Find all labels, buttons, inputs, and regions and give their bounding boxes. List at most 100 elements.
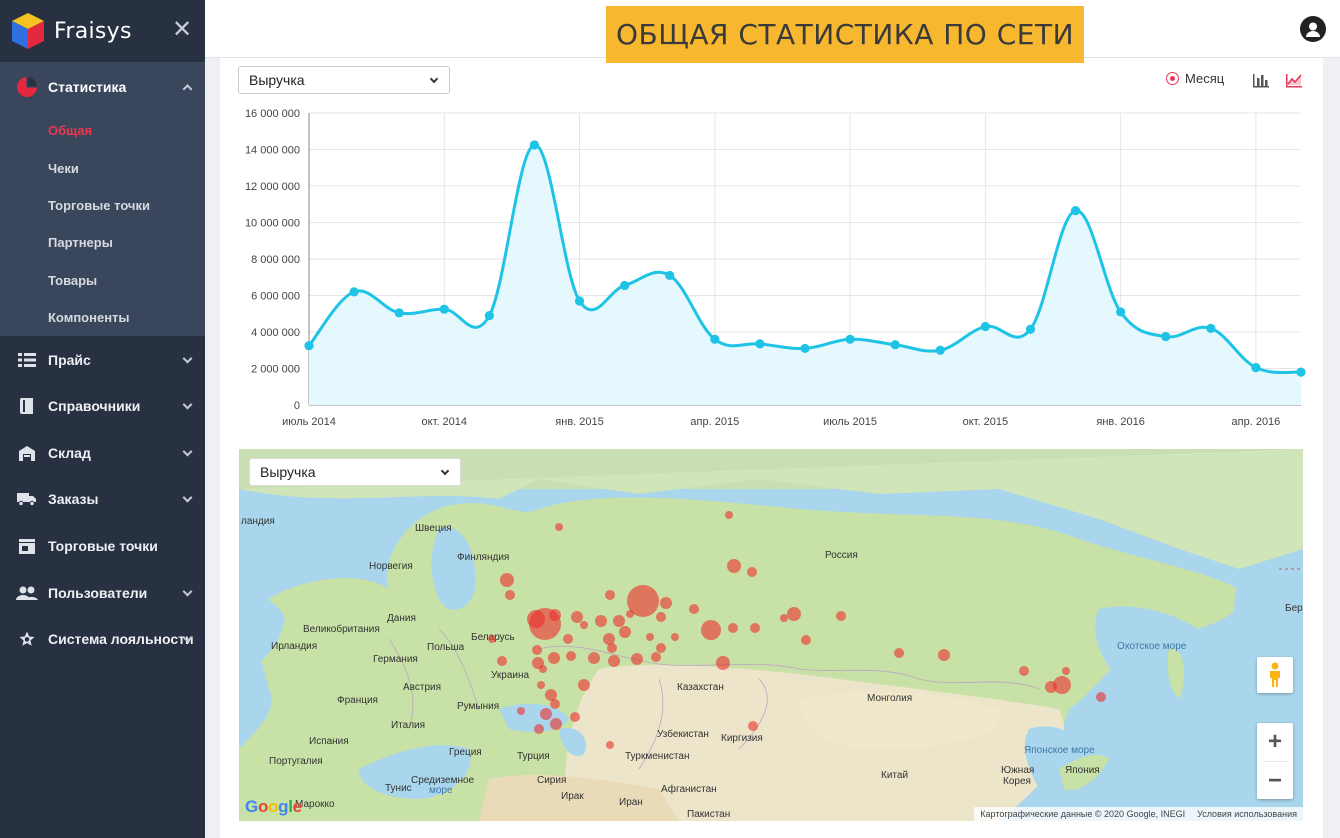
chevron-down-icon xyxy=(182,446,193,457)
map-marker[interactable] xyxy=(488,635,496,643)
chart-metric-select[interactable]: Выручка xyxy=(238,66,450,94)
sidebar-item-statistics[interactable]: Статистика xyxy=(0,62,205,112)
map-marker[interactable] xyxy=(505,590,515,600)
map-marker[interactable] xyxy=(537,681,545,689)
map-label: Бер xyxy=(1285,603,1303,614)
map-marker[interactable] xyxy=(716,656,730,670)
map-marker[interactable] xyxy=(938,649,950,661)
map-marker[interactable] xyxy=(1019,666,1029,676)
data-point xyxy=(1116,307,1126,317)
sidebar-item-outlets[interactable]: Торговые точки xyxy=(0,523,205,570)
map-metric-select[interactable]: Выручка xyxy=(249,458,461,486)
map-marker[interactable] xyxy=(550,699,560,709)
map-marker[interactable] xyxy=(534,724,544,734)
map-marker[interactable] xyxy=(550,718,562,730)
sidebar-subitem-checks[interactable]: Чеки xyxy=(0,149,205,186)
map-marker[interactable] xyxy=(787,607,801,621)
map-marker[interactable] xyxy=(539,665,547,673)
user-avatar[interactable] xyxy=(1300,16,1326,42)
map-marker[interactable] xyxy=(566,651,576,661)
sidebar-subitem-products[interactable]: Товары xyxy=(0,262,205,299)
y-tick-label: 10 000 000 xyxy=(245,218,300,230)
map-canvas: ландия Швеция Финляндия Норвегия Россия Дания… xyxy=(239,449,1303,821)
sidebar-subitem-outlets[interactable]: Торговые точки xyxy=(0,187,205,224)
map-marker[interactable] xyxy=(671,633,679,641)
map-marker[interactable] xyxy=(727,559,741,573)
line-chart-icon[interactable] xyxy=(1285,72,1303,88)
map-marker[interactable] xyxy=(1053,676,1071,694)
data-point xyxy=(935,345,945,355)
sidebar-item-price[interactable]: Прайс xyxy=(0,336,205,383)
map-marker[interactable] xyxy=(748,721,758,731)
map-marker[interactable] xyxy=(613,615,625,627)
map-marker[interactable] xyxy=(605,590,615,600)
map-marker[interactable] xyxy=(607,643,617,653)
map-marker[interactable] xyxy=(570,712,580,722)
map-marker[interactable] xyxy=(563,634,573,644)
map-marker[interactable] xyxy=(894,648,904,658)
zoom-in-button[interactable]: + xyxy=(1257,723,1293,761)
data-point xyxy=(349,287,359,297)
sidebar-item-directories[interactable]: Справочники xyxy=(0,383,205,430)
map-marker[interactable] xyxy=(750,623,760,633)
map-marker[interactable] xyxy=(606,741,614,749)
map-marker[interactable] xyxy=(1062,667,1070,675)
close-sidebar-icon[interactable]: ✕ xyxy=(172,18,192,42)
map-marker[interactable] xyxy=(728,623,738,633)
map-marker[interactable] xyxy=(626,610,634,618)
map-marker[interactable] xyxy=(549,609,561,621)
map-marker[interactable] xyxy=(595,615,607,627)
map-marker[interactable] xyxy=(571,611,583,623)
sidebar-subitem-components[interactable]: Компоненты xyxy=(0,299,205,336)
map-marker[interactable] xyxy=(532,645,542,655)
map-marker[interactable] xyxy=(631,653,643,665)
map-marker[interactable] xyxy=(555,523,563,531)
map-marker[interactable] xyxy=(619,626,631,638)
map-marker[interactable] xyxy=(578,679,590,691)
map-marker[interactable] xyxy=(517,707,525,715)
map-label: Франция xyxy=(337,695,378,706)
map-marker[interactable] xyxy=(780,614,788,622)
map-marker[interactable] xyxy=(500,573,514,587)
zoom-out-button[interactable]: − xyxy=(1257,762,1293,800)
period-radio[interactable]: Месяц xyxy=(1166,71,1224,86)
sidebar-subitem-general[interactable]: Общая xyxy=(0,112,205,149)
radio-icon xyxy=(1166,72,1179,85)
brand-name: Fraisys xyxy=(54,18,132,44)
bar-chart-icon[interactable] xyxy=(1252,72,1270,88)
map-marker[interactable] xyxy=(646,633,654,641)
sidebar-item-orders[interactable]: Заказы xyxy=(0,476,205,523)
sidebar-item-users[interactable]: Пользователи xyxy=(0,569,205,616)
map-marker[interactable] xyxy=(836,611,846,621)
map-marker[interactable] xyxy=(527,610,545,628)
map-marker[interactable] xyxy=(1096,692,1106,702)
map-marker[interactable] xyxy=(747,567,757,577)
map-marker[interactable] xyxy=(497,656,507,666)
map-marker[interactable] xyxy=(660,597,672,609)
map-marker[interactable] xyxy=(656,643,666,653)
map[interactable]: ландия Швеция Финляндия Норвегия Россия Дания… xyxy=(239,449,1303,821)
terms-link[interactable]: Условия использования xyxy=(1191,809,1303,819)
map-label: Ирландия xyxy=(271,641,317,652)
map-marker[interactable] xyxy=(651,652,661,662)
map-marker[interactable] xyxy=(580,621,588,629)
sidebar-item-warehouse[interactable]: Склад xyxy=(0,430,205,477)
sidebar-subitem-partners[interactable]: Партнеры xyxy=(0,224,205,261)
map-marker[interactable] xyxy=(588,652,600,664)
map-marker[interactable] xyxy=(608,655,620,667)
map-marker[interactable] xyxy=(689,604,699,614)
map-marker[interactable] xyxy=(801,635,811,645)
sidebar-item-loyalty[interactable]: Система лояльности xyxy=(0,616,205,663)
street-view-pegman[interactable] xyxy=(1257,657,1293,693)
map-marker[interactable] xyxy=(540,708,552,720)
map-marker[interactable] xyxy=(701,620,721,640)
zoom-control: + − xyxy=(1257,723,1293,799)
map-marker[interactable] xyxy=(725,511,733,519)
map-marker[interactable] xyxy=(548,652,560,664)
map-label: Казахстан xyxy=(677,682,724,693)
chevron-down-icon xyxy=(182,399,193,410)
data-point xyxy=(529,140,540,150)
revenue-chart: 0 2 000 000 4 000 000 6 000 000 8 000 000 10 … xyxy=(245,108,1306,428)
map-marker[interactable] xyxy=(656,612,666,622)
x-tick-label: апр. 2016 xyxy=(1232,416,1281,428)
